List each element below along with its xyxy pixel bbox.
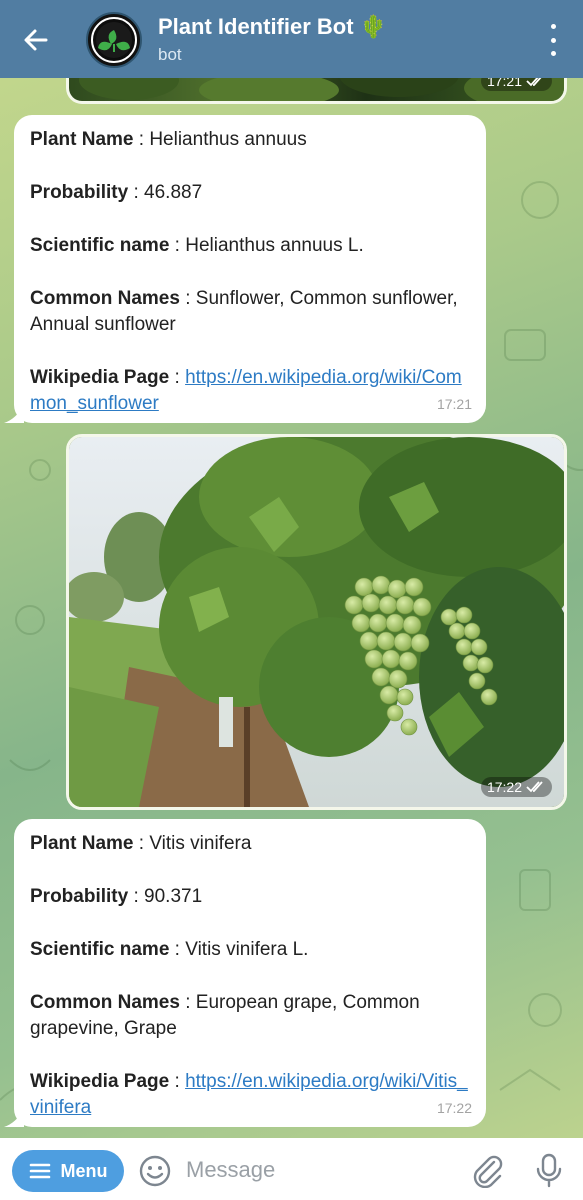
voice-message-button[interactable]	[532, 1152, 566, 1188]
chat-header: Plant Identifier Bot 🌵 bot	[0, 0, 583, 78]
plant-name-value: Vitis vinifera	[149, 833, 252, 854]
bubble-tail	[4, 405, 24, 423]
emoji-button[interactable]	[138, 1154, 172, 1188]
plant-name-line: Plant Name : Helianthus annuus	[30, 129, 307, 150]
double-check-icon	[526, 781, 543, 793]
bot-avatar[interactable]	[86, 12, 142, 68]
probability-value: 90.371	[144, 886, 203, 907]
probability-value: 46.887	[144, 182, 203, 203]
plant-name-line: Plant Name : Vitis vinifera	[30, 833, 252, 854]
chat-subtitle: bot	[158, 45, 182, 64]
message-timestamp: 17:21	[436, 396, 472, 412]
scientific-name-line: Scientific name : Vitis vinifera L.	[30, 939, 309, 960]
common-names-line: Common Names : European grape, Common gr…	[30, 992, 420, 1039]
paperclip-icon	[473, 1155, 503, 1189]
menu-button-label: Menu	[60, 1160, 108, 1181]
microphone-icon	[536, 1153, 562, 1188]
message-composer: Menu	[0, 1138, 583, 1200]
probability-line: Probability : 46.887	[30, 182, 203, 203]
bubble-tail	[4, 1109, 24, 1127]
grapevine-image	[69, 437, 564, 807]
smiley-icon	[139, 1155, 171, 1187]
arrow-left-icon	[24, 29, 48, 51]
attach-button[interactable]	[470, 1152, 504, 1189]
hamburger-icon	[29, 1163, 50, 1179]
photo-timestamp: 17:22	[480, 777, 552, 797]
scientific-name-value: Vitis vinifera L.	[185, 939, 309, 960]
leaf-logo-icon	[91, 17, 137, 63]
wikipedia-line: Wikipedia Page : https://en.wikipedia.or…	[30, 367, 462, 414]
bot-menu-button[interactable]: Menu	[12, 1150, 124, 1192]
message-input[interactable]	[186, 1152, 456, 1188]
back-button[interactable]	[18, 22, 54, 58]
probability-line: Probability : 90.371	[30, 886, 203, 907]
grape-photo[interactable]: 17:22	[66, 434, 567, 810]
bot-message-grape[interactable]: Plant Name : Vitis vinifera Probability …	[4, 819, 486, 1127]
common-names-line: Common Names : Sunflower, Common sunflow…	[30, 288, 458, 335]
plant-name-value: Helianthus annuus	[149, 129, 307, 150]
bot-message-sunflower[interactable]: Plant Name : Helianthus annuus Probabili…	[4, 115, 486, 423]
message-timestamp: 17:22	[436, 1100, 472, 1116]
chat-title[interactable]: Plant Identifier Bot 🌵	[158, 14, 387, 40]
more-options-icon[interactable]	[543, 24, 563, 56]
scientific-name-value: Helianthus annuus L.	[185, 235, 364, 256]
wikipedia-line: Wikipedia Page : https://en.wikipedia.or…	[30, 1071, 468, 1118]
scientific-name-line: Scientific name : Helianthus annuus L.	[30, 235, 364, 256]
